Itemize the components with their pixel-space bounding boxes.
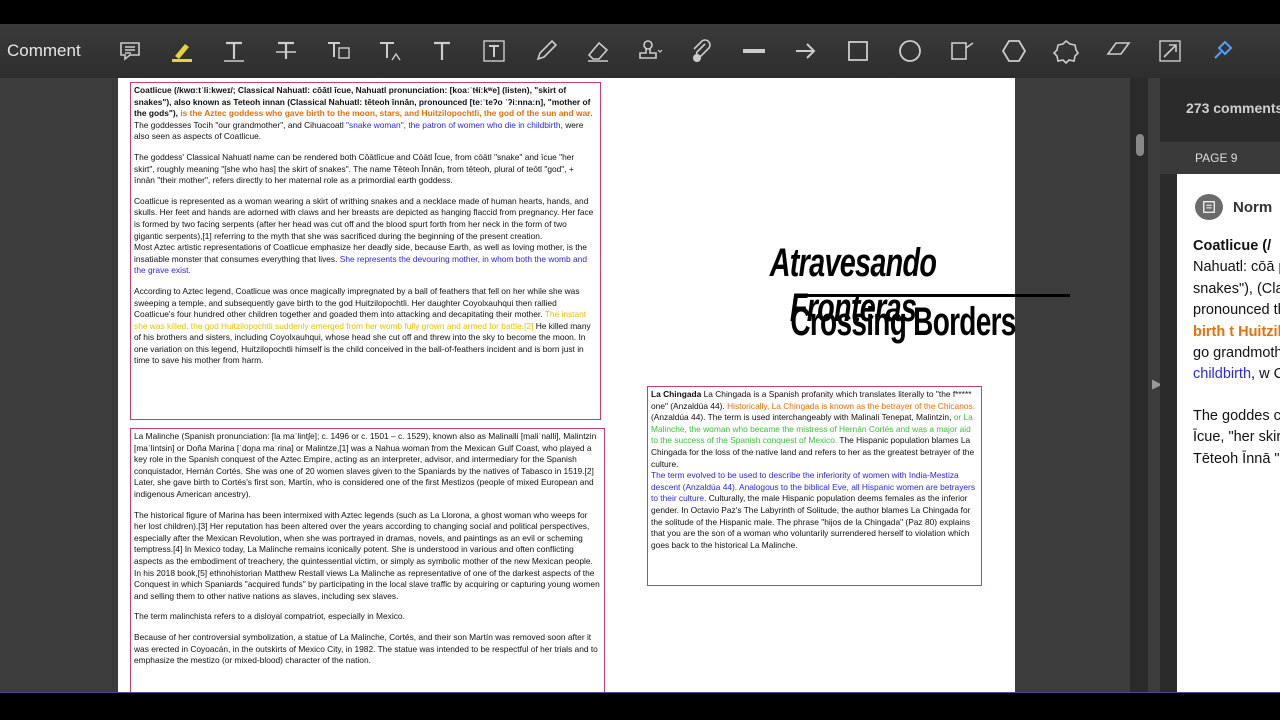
text-box-icon[interactable] [474, 31, 514, 71]
coatlicue-paragraph-5: According to Aztec legend, Coatlicue was… [134, 285, 591, 366]
comment-count: 273 comments [1186, 100, 1280, 116]
comment-card[interactable]: Norm Coatlicue (/ Nahuatl: cōā pronuncia… [1177, 174, 1280, 692]
window-top-bar [0, 0, 1280, 24]
chingada-paragraph: La Chingada La Chingada is a Spanish pro… [651, 389, 976, 550]
text-correction-icon[interactable] [214, 31, 254, 71]
malinche-paragraph-3: The term malinchista refers to a disloya… [134, 611, 405, 622]
rectangle-icon[interactable] [838, 31, 878, 71]
malinche-paragraph-4: Because of her controversial symbolizati… [134, 631, 598, 666]
bottom-bar [0, 692, 1280, 720]
malinche-paragraph-2: The historical figure of Marina has been… [134, 509, 600, 601]
highlight-icon[interactable] [162, 31, 202, 71]
callout-icon[interactable] [942, 31, 982, 71]
comments-panel: 273 comments PAGE 9 Norm Coatlicue (/ Na… [1160, 78, 1280, 692]
sticky-note-icon [1195, 194, 1223, 220]
polyline-icon[interactable] [1098, 31, 1138, 71]
comment-toolbar: Comment [0, 24, 1280, 78]
document-area: Coatlicue (/kwɑːtˈliːkweɪ/; Classical Na… [0, 78, 1160, 692]
cloud-icon[interactable] [1046, 31, 1086, 71]
scrollbar-thumb[interactable] [1136, 134, 1144, 156]
arrow-icon[interactable] [786, 31, 826, 71]
strikethrough-icon[interactable] [266, 31, 306, 71]
malinche-paragraph-1: La Malinche (Spanish pronunciation: [la … [134, 431, 597, 499]
insert-text-icon[interactable] [370, 31, 410, 71]
comment-body: Coatlicue (/ Nahuatl: cōā pronunciation … [1193, 238, 1280, 467]
collapse-panel-icon[interactable]: ▶ [1152, 376, 1160, 392]
sticky-note-icon[interactable] [110, 31, 150, 71]
title-divider [798, 294, 1070, 297]
line-icon[interactable] [734, 31, 774, 71]
page-title-english: Crossing Borders [790, 300, 1016, 344]
toolbar-title: Comment [7, 41, 81, 60]
malinche-comment-box[interactable]: La Malinche (Spanish pronunciation: [la … [130, 428, 605, 692]
comment-header: Norm [1195, 194, 1272, 220]
page-group-header[interactable]: PAGE 9 [1160, 142, 1280, 174]
coatlicue-paragraph-1: Coatlicue (/kwɑːtˈliːkweɪ/; Classical Na… [134, 85, 593, 142]
coatlicue-comment-box[interactable]: Coatlicue (/kwɑːtˈliːkweɪ/; Classical Na… [130, 82, 601, 420]
replace-text-icon[interactable] [318, 31, 358, 71]
add-text-icon[interactable] [422, 31, 462, 71]
coatlicue-paragraph-2: The goddess' Classical Nahuatl name can … [134, 151, 575, 186]
vertical-scrollbar[interactable] [1130, 78, 1148, 692]
stamp-icon[interactable] [630, 31, 670, 71]
eraser-icon[interactable] [578, 31, 618, 71]
oval-icon[interactable] [890, 31, 930, 71]
chingada-comment-box[interactable]: La Chingada La Chingada is a Spanish pro… [647, 386, 982, 586]
pdf-page: Coatlicue (/kwɑːtˈliːkweɪ/; Classical Na… [118, 78, 1070, 692]
polygon-icon[interactable] [994, 31, 1034, 71]
pin-icon[interactable] [1202, 31, 1242, 71]
comment-author: Norm [1233, 198, 1273, 216]
attach-file-icon[interactable] [682, 31, 722, 71]
pencil-icon[interactable] [526, 31, 566, 71]
connected-lines-icon[interactable] [1150, 31, 1190, 71]
coatlicue-paragraph-3: Coatlicue is represented as a woman wear… [134, 195, 594, 276]
